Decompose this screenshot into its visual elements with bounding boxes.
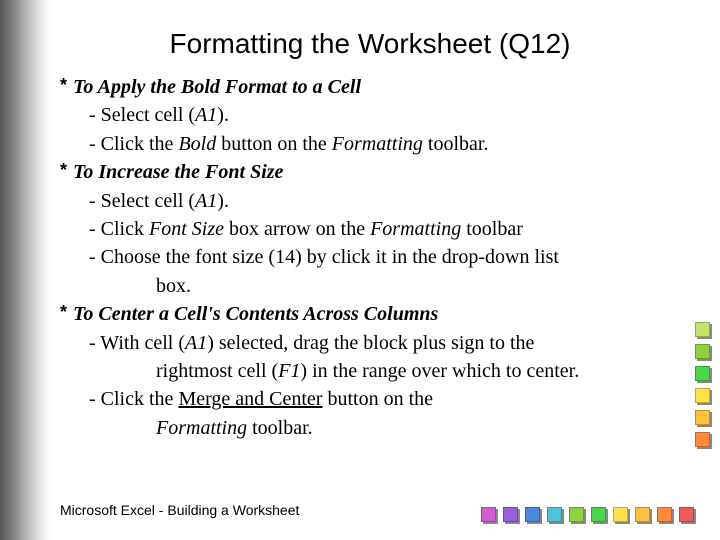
decor-square [635, 507, 650, 522]
bullet-marker: * [60, 74, 67, 98]
decor-square [695, 432, 710, 447]
decor-square [695, 322, 710, 337]
bullet: *To Center a Cell's Contents Across Colu… [60, 301, 680, 327]
decor-square [679, 507, 694, 522]
slide-title: Formatting the Worksheet (Q12) [60, 28, 680, 60]
decor-square [695, 366, 710, 381]
step: - Choose the font size (14) by click it … [60, 244, 680, 270]
step-cont: box. [60, 273, 680, 299]
bullet-marker: * [60, 301, 67, 325]
step: - Click the Merge and Center button on t… [60, 386, 680, 412]
decor-square [481, 507, 496, 522]
bullet: *To Increase the Font Size [60, 159, 680, 185]
section-heading: To Increase the Font Size [73, 159, 680, 185]
step: - With cell (A1) selected, drag the bloc… [60, 330, 680, 356]
decor-square [591, 507, 606, 522]
bullet-marker: * [60, 159, 67, 183]
step-cont: rightmost cell (F1) in the range over wh… [60, 358, 680, 384]
decor-square [657, 507, 672, 522]
squares-right [695, 322, 710, 447]
slide: Formatting the Worksheet (Q12) *To Apply… [0, 0, 720, 540]
decor-square [525, 507, 540, 522]
step: - Click Font Size box arrow on the Forma… [60, 216, 680, 242]
section-heading: To Apply the Bold Format to a Cell [73, 74, 680, 100]
decor-square [695, 388, 710, 403]
step-cont: Formatting toolbar. [60, 415, 680, 441]
decor-square [695, 344, 710, 359]
decor-square [569, 507, 584, 522]
decor-square [547, 507, 562, 522]
bullet: *To Apply the Bold Format to a Cell [60, 74, 680, 100]
section-heading: To Center a Cell's Contents Across Colum… [73, 301, 680, 327]
squares-bottom [481, 507, 694, 522]
step: - Select cell (A1). [60, 102, 680, 128]
decor-square [503, 507, 518, 522]
footer: Microsoft Excel - Building a Worksheet [60, 502, 299, 518]
slide-content: *To Apply the Bold Format to a Cell- Sel… [60, 74, 680, 441]
step: - Click the Bold button on the Formattin… [60, 131, 680, 157]
decor-square [613, 507, 628, 522]
decor-square [695, 410, 710, 425]
step: - Select cell (A1). [60, 188, 680, 214]
